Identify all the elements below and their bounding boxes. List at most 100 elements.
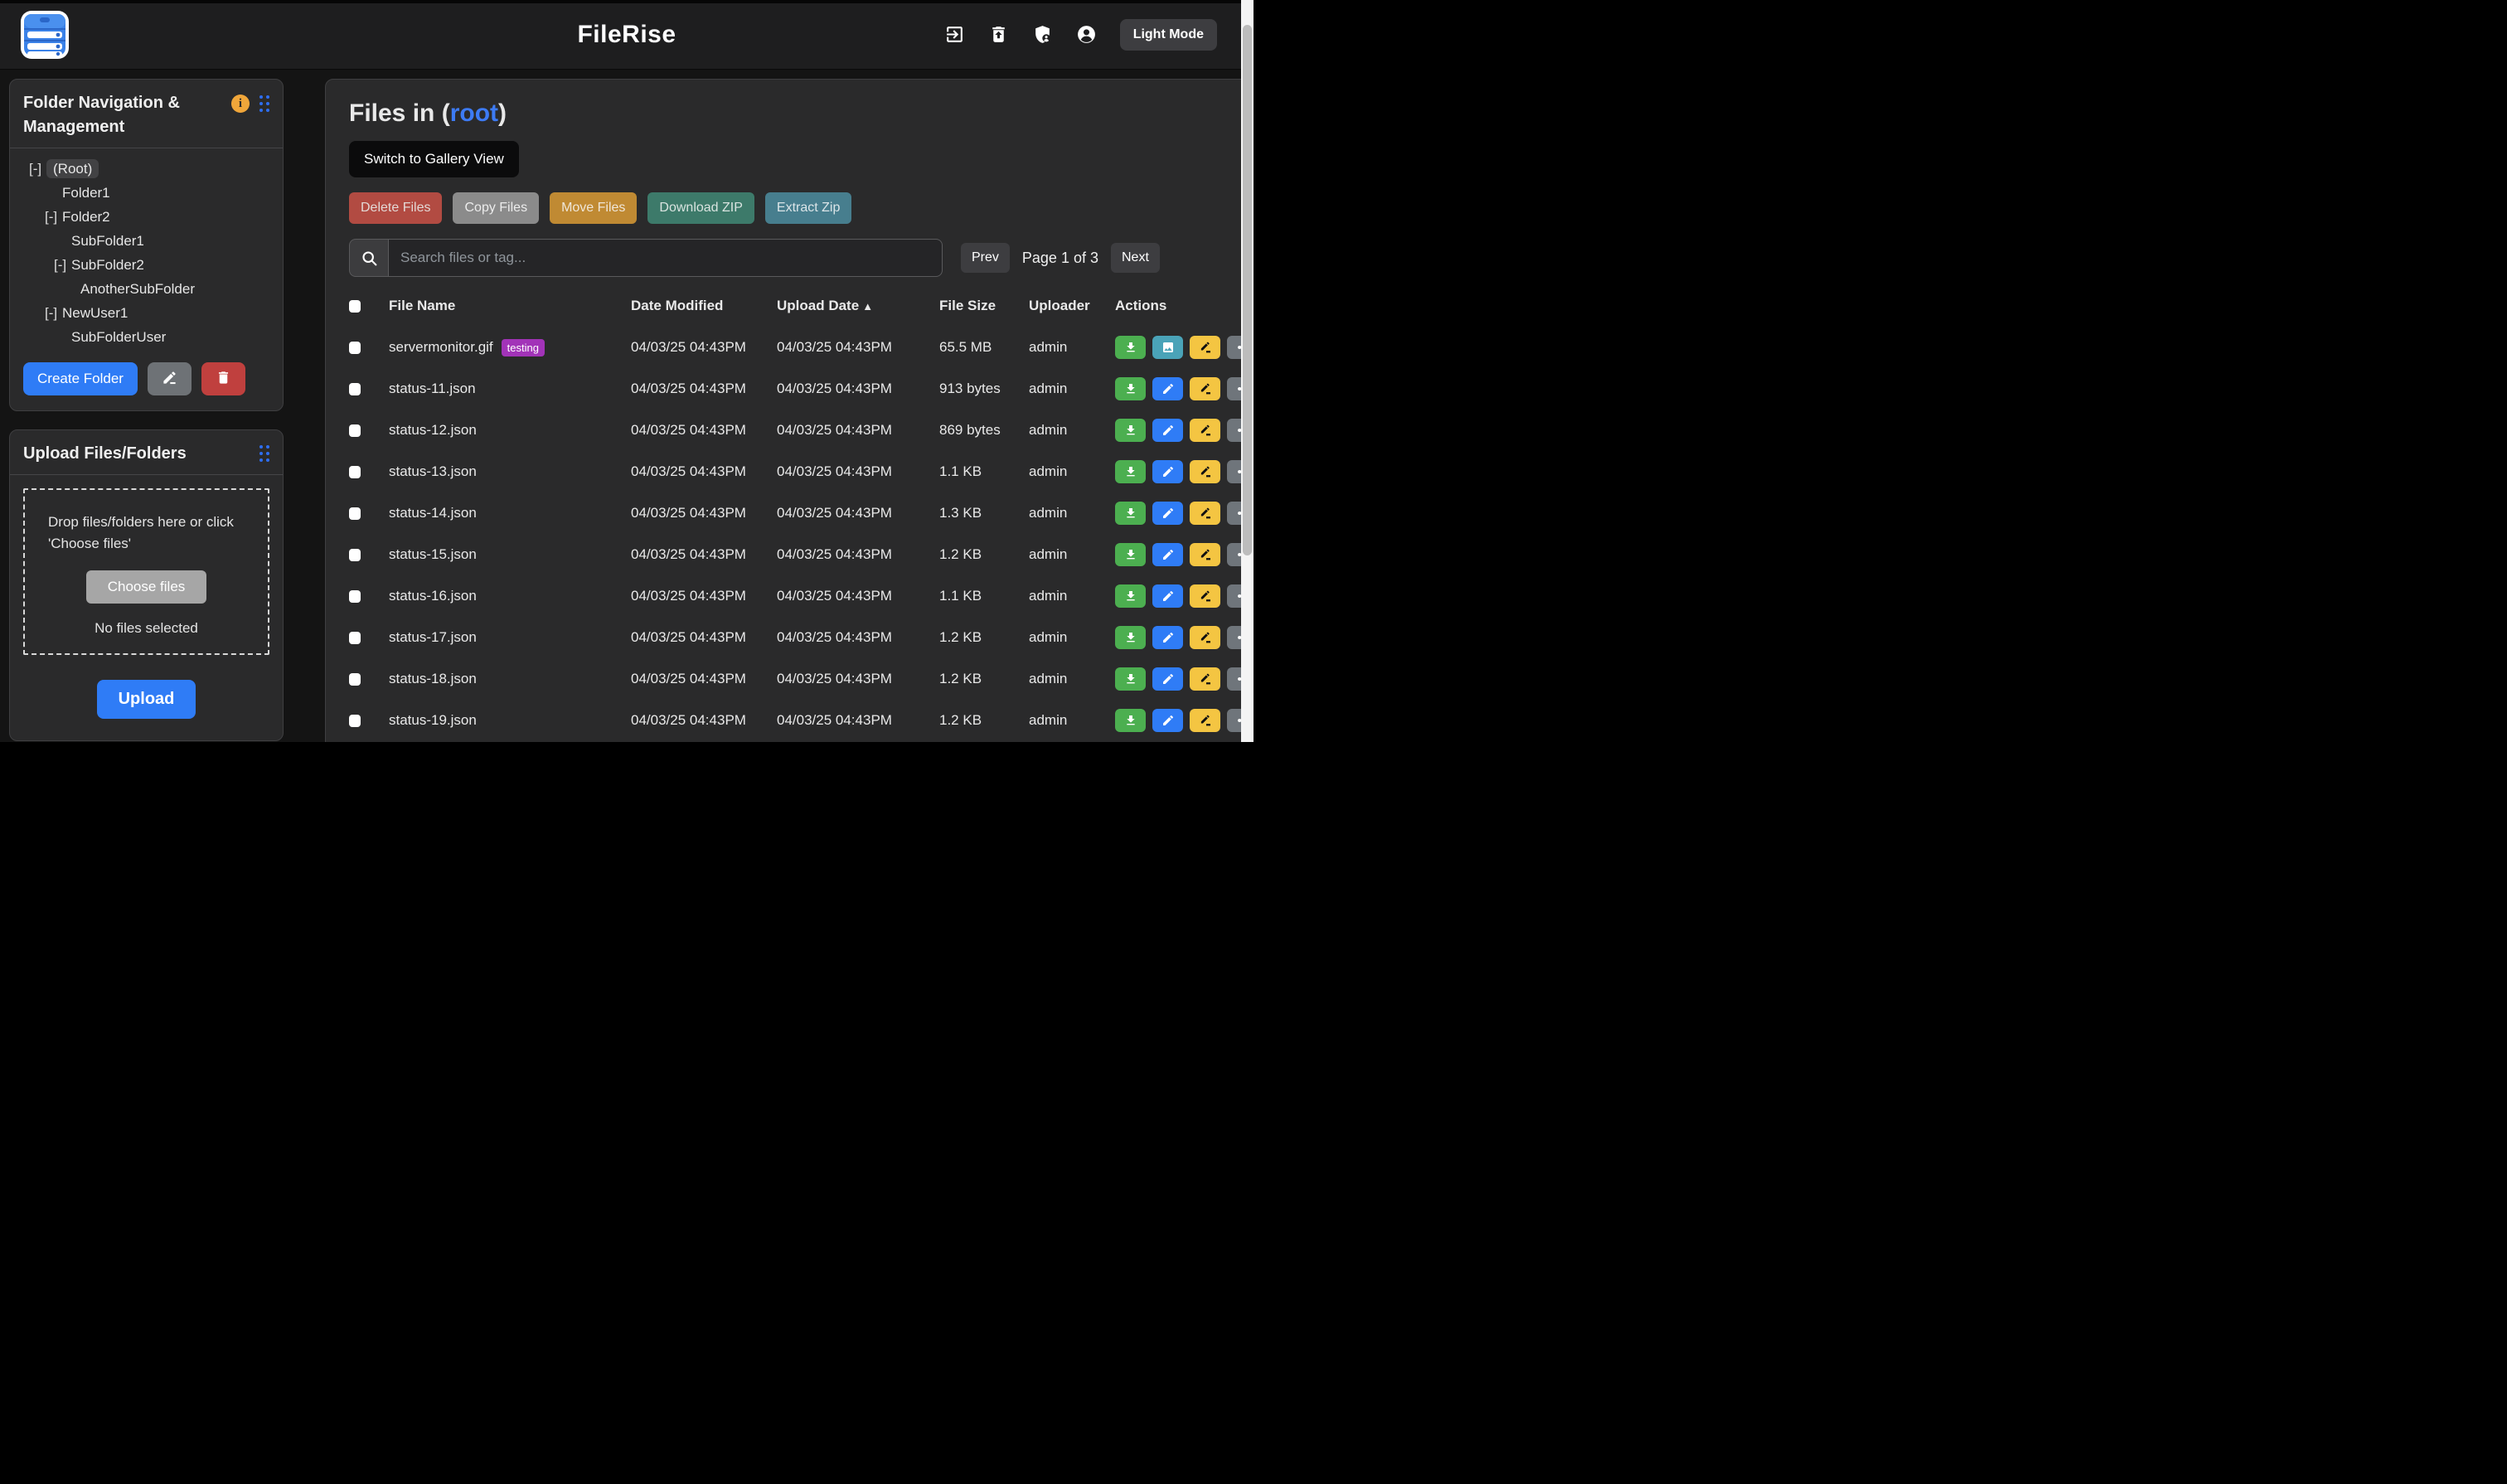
preview-button[interactable]	[1152, 336, 1183, 359]
folder-label[interactable]: SubFolder1	[71, 233, 144, 249]
folder-label[interactable]: NewUser1	[62, 305, 128, 321]
rename-button[interactable]	[1190, 419, 1220, 442]
rename-button[interactable]	[1190, 502, 1220, 525]
file-name[interactable]: status-16.json	[389, 588, 477, 604]
edit-button[interactable]	[1152, 419, 1183, 442]
drag-handle-icon[interactable]	[259, 95, 269, 112]
rename-button[interactable]	[1190, 336, 1220, 359]
row-checkbox[interactable]	[349, 715, 361, 727]
info-icon[interactable]: i	[231, 95, 250, 113]
rename-button[interactable]	[1190, 543, 1220, 566]
rename-button[interactable]	[1190, 667, 1220, 691]
copy-files-button[interactable]: Copy Files	[453, 192, 539, 224]
next-page-button[interactable]: Next	[1111, 243, 1160, 273]
folder-label[interactable]: Folder2	[62, 209, 110, 225]
folder-tree-item[interactable]: [-]NewUser1	[23, 301, 276, 325]
delete-folder-button[interactable]	[201, 362, 245, 395]
file-name[interactable]: status-11.json	[389, 381, 476, 397]
folder-tree-item[interactable]: [-]Folder2	[23, 205, 276, 229]
trash-restore-icon[interactable]	[988, 24, 1009, 45]
row-checkbox[interactable]	[349, 549, 361, 561]
folder-tree-item[interactable]: Folder1	[23, 181, 276, 205]
create-folder-button[interactable]: Create Folder	[23, 362, 138, 395]
row-checkbox[interactable]	[349, 673, 361, 686]
file-name[interactable]: status-19.json	[389, 712, 477, 729]
rename-button[interactable]	[1190, 709, 1220, 732]
prev-page-button[interactable]: Prev	[961, 243, 1010, 273]
folder-tree-item[interactable]: SubFolderUser	[23, 325, 276, 349]
rename-button[interactable]	[1190, 626, 1220, 649]
admin-shield-icon[interactable]	[1032, 24, 1053, 45]
file-name[interactable]: status-13.json	[389, 463, 477, 480]
light-mode-button[interactable]: Light Mode	[1120, 19, 1217, 51]
row-checkbox[interactable]	[349, 590, 361, 603]
drag-handle-icon[interactable]	[259, 445, 269, 462]
download-button[interactable]	[1115, 667, 1146, 691]
collapse-toggle[interactable]: [-]	[29, 157, 46, 181]
row-checkbox[interactable]	[349, 632, 361, 644]
col-date-modified[interactable]: Date Modified	[631, 298, 777, 314]
download-button[interactable]	[1115, 377, 1146, 400]
scrollbar-thumb[interactable]	[1243, 25, 1252, 555]
folder-tree-item[interactable]: [-](Root)	[23, 157, 276, 181]
select-all-checkbox[interactable]	[349, 300, 361, 313]
root-folder-link[interactable]: root	[450, 99, 498, 127]
search-icon[interactable]	[349, 239, 388, 277]
collapse-toggle[interactable]: [-]	[45, 205, 62, 229]
edit-button[interactable]	[1152, 709, 1183, 732]
folder-label[interactable]: AnotherSubFolder	[80, 281, 195, 297]
profile-icon[interactable]	[1076, 24, 1097, 45]
download-button[interactable]	[1115, 460, 1146, 483]
search-input[interactable]	[388, 239, 943, 277]
col-upload-date[interactable]: Upload Date▲	[777, 298, 939, 314]
file-name[interactable]: status-17.json	[389, 629, 477, 646]
file-name[interactable]: servermonitor.gif	[389, 339, 493, 356]
download-button[interactable]	[1115, 419, 1146, 442]
download-button[interactable]	[1115, 626, 1146, 649]
edit-button[interactable]	[1152, 543, 1183, 566]
file-name[interactable]: status-14.json	[389, 505, 477, 521]
file-dropzone[interactable]: Drop files/folders here or click 'Choose…	[23, 488, 269, 655]
collapse-toggle[interactable]: [-]	[45, 301, 62, 325]
download-button[interactable]	[1115, 584, 1146, 608]
edit-button[interactable]	[1152, 667, 1183, 691]
row-checkbox[interactable]	[349, 507, 361, 520]
download-button[interactable]	[1115, 336, 1146, 359]
download-button[interactable]	[1115, 709, 1146, 732]
edit-button[interactable]	[1152, 377, 1183, 400]
rename-button[interactable]	[1190, 377, 1220, 400]
rename-button[interactable]	[1190, 584, 1220, 608]
row-checkbox[interactable]	[349, 383, 361, 395]
collapse-toggle[interactable]: [-]	[54, 253, 71, 277]
row-checkbox[interactable]	[349, 342, 361, 354]
col-file-name[interactable]: File Name	[389, 298, 631, 314]
folder-tree-item[interactable]: SubFolder1	[23, 229, 276, 253]
folder-label[interactable]: Folder1	[62, 185, 110, 201]
move-files-button[interactable]: Move Files	[550, 192, 637, 224]
file-name[interactable]: status-15.json	[389, 546, 477, 563]
folder-label[interactable]: (Root)	[46, 159, 99, 178]
folder-tree-item[interactable]: AnotherSubFolder	[23, 277, 276, 301]
page-scrollbar[interactable]	[1241, 0, 1254, 742]
delete-files-button[interactable]: Delete Files	[349, 192, 442, 224]
folder-tree-item[interactable]: [-]SubFolder2	[23, 253, 276, 277]
edit-button[interactable]	[1152, 626, 1183, 649]
switch-gallery-view-button[interactable]: Switch to Gallery View	[349, 141, 519, 177]
folder-label[interactable]: SubFolderUser	[71, 329, 166, 345]
folder-label[interactable]: SubFolder2	[71, 257, 144, 273]
file-name[interactable]: status-18.json	[389, 671, 477, 687]
edit-button[interactable]	[1152, 584, 1183, 608]
rename-button[interactable]	[1190, 460, 1220, 483]
choose-files-button[interactable]: Choose files	[86, 570, 207, 604]
logout-icon[interactable]	[944, 24, 965, 45]
col-file-size[interactable]: File Size	[939, 298, 1029, 314]
file-name[interactable]: status-12.json	[389, 422, 477, 439]
col-uploader[interactable]: Uploader	[1029, 298, 1115, 314]
upload-button[interactable]: Upload	[97, 680, 196, 719]
extract-zip-button[interactable]: Extract Zip	[765, 192, 851, 224]
row-checkbox[interactable]	[349, 466, 361, 478]
download-zip-button[interactable]: Download ZIP	[647, 192, 754, 224]
edit-button[interactable]	[1152, 502, 1183, 525]
rename-folder-button[interactable]	[148, 362, 192, 395]
download-button[interactable]	[1115, 502, 1146, 525]
